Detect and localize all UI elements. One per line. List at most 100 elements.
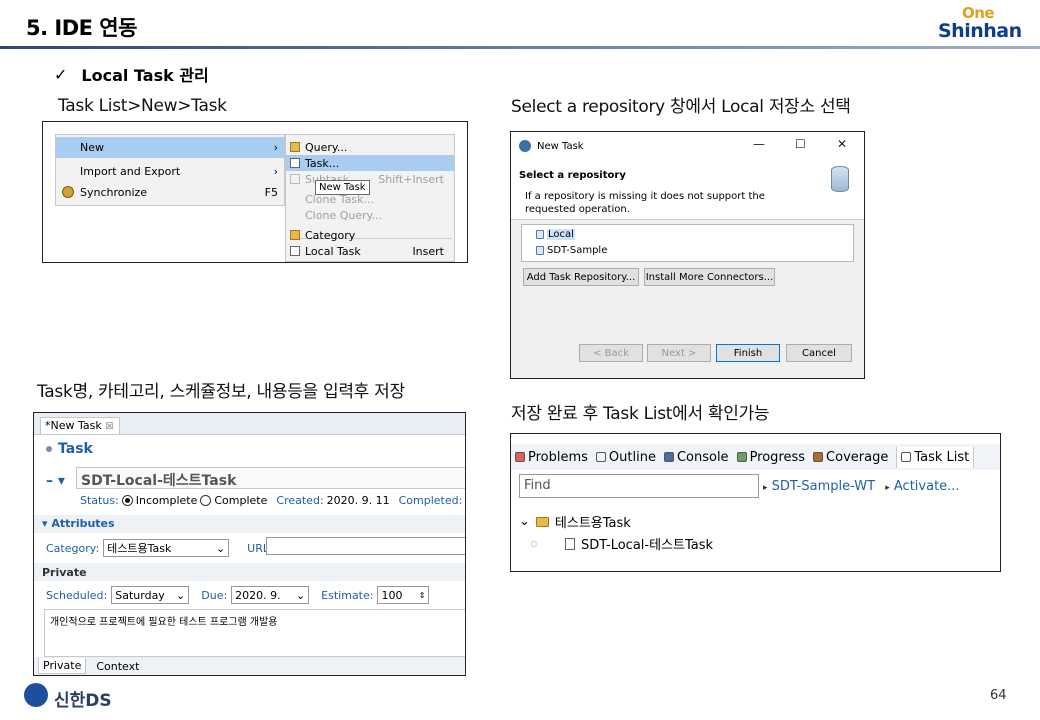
estimate-stepper[interactable]: 100 ⇕	[377, 586, 430, 604]
editor-section-title-text: Task	[58, 441, 93, 457]
tab-private[interactable]: Private	[38, 658, 87, 674]
complete-radio[interactable]	[200, 495, 212, 506]
status-row: Status: Incomplete Complete Created: 202…	[80, 494, 466, 507]
menu-item-import-export[interactable]: Import and Export ›	[56, 161, 284, 182]
editor-section-title: Task	[46, 441, 93, 457]
caret-right-icon: ▸	[885, 483, 890, 493]
tab-problems[interactable]: Problems	[515, 450, 588, 465]
repository-icon	[536, 230, 544, 239]
estimate-label: Estimate:	[321, 588, 374, 602]
menu-item-synchronize[interactable]: Synchronize F5	[56, 182, 284, 203]
completed-label: Completed:	[398, 494, 463, 507]
new-task-dialog: New Task — ☐ ✕ Select a repository If a …	[510, 131, 865, 379]
created-value: 2020. 9. 11	[326, 494, 390, 507]
submenu-item-local-task[interactable]: Local Task Insert	[286, 243, 454, 259]
menu-item-label: Synchronize	[80, 186, 148, 199]
menu-item-new[interactable]: New ›	[56, 137, 284, 158]
editor-tab[interactable]: *New Task ☒	[40, 417, 121, 434]
close-icon[interactable]: ☒	[105, 422, 113, 432]
task-label: SDT-Local-테스트Task	[581, 538, 714, 553]
tooltip: New Task	[315, 180, 370, 195]
install-connectors-button[interactable]: Install More Connectors...	[644, 268, 775, 286]
logo-shinhan-text: Shinhan	[938, 20, 1022, 42]
submenu-item-category[interactable]: Category	[286, 227, 454, 243]
dialog-header: Select a repository If a repository is m…	[511, 160, 864, 220]
stepper-icon: ⇕	[418, 590, 426, 600]
minimize-icon[interactable]: —	[753, 137, 765, 151]
find-input[interactable]: Find	[519, 474, 759, 498]
estimate-value: 100	[381, 588, 403, 602]
dialog-titlebar: New Task	[511, 132, 864, 160]
submenu-item-label: Category	[305, 228, 356, 242]
submenu-item-label: Local Task	[305, 244, 361, 258]
repository-list: Local SDT-Sample	[521, 224, 854, 262]
cancel-button[interactable]: Cancel	[786, 344, 852, 362]
tab-coverage[interactable]: Coverage	[813, 450, 888, 465]
bullet-icon	[46, 446, 52, 452]
repository-label: Local	[547, 229, 575, 240]
submenu-item-label: Task...	[305, 156, 340, 170]
submenu-item-clone-query[interactable]: Clone Query...	[286, 207, 454, 223]
incomplete-radio[interactable]	[121, 495, 133, 506]
submenu-item-clone-task[interactable]: Clone Task...	[286, 191, 454, 207]
next-button[interactable]: Next >	[647, 344, 711, 362]
tab-console[interactable]: Console	[663, 449, 729, 465]
attributes-title: Attributes	[51, 517, 115, 530]
tab-task-list[interactable]: Task List	[896, 446, 975, 468]
repository-filter[interactable]: ▸ SDT-Sample-WT ▸ Activate...	[763, 479, 960, 494]
attributes-section[interactable]: ▾ Attributes	[34, 515, 465, 533]
submenu-item-subtask[interactable]: Subtask Shift+Insert	[286, 171, 454, 187]
task-icon	[290, 246, 300, 256]
close-icon[interactable]: ✕	[837, 137, 847, 151]
check-icon: ✓	[54, 64, 68, 84]
caret-right-icon: ▸	[763, 483, 768, 493]
folder-icon	[535, 516, 549, 527]
footer-logo-text: 신한DS	[54, 691, 112, 711]
submenu-item-query[interactable]: Query...	[286, 139, 454, 155]
task-list-icon	[901, 452, 912, 462]
submenu-item-label: Clone Query...	[305, 208, 383, 222]
finish-button[interactable]: Finish	[716, 344, 780, 362]
due-select[interactable]: 2020. 9. ⌄	[231, 586, 310, 604]
problems-icon	[515, 452, 525, 462]
notes-textarea[interactable]: 개인적으로 프로젝트에 필요한 테스트 프로그램 개발용	[44, 609, 465, 657]
submenu-item-label: Query...	[305, 140, 348, 154]
caption-step4: 저장 완료 후 Task List에서 확인가능	[511, 404, 770, 424]
chevron-right-icon: ›	[273, 141, 278, 154]
url-input[interactable]	[266, 537, 465, 555]
repository-link[interactable]: SDT-Sample-WT	[772, 479, 875, 494]
category-select[interactable]: 테스트용Task ⌄	[103, 539, 230, 557]
scheduled-select[interactable]: Saturday ⌄	[111, 586, 190, 604]
category-tree-item[interactable]: ⌄ 테스트용Task	[519, 512, 631, 531]
priority-icon[interactable]: – ▾	[46, 473, 65, 489]
category-label: Category:	[46, 541, 100, 555]
dialog-heading: Select a repository	[519, 170, 626, 181]
tab-progress[interactable]: Progress	[736, 449, 806, 465]
tab-label: Coverage	[826, 449, 889, 465]
repository-item-local[interactable]: Local	[536, 229, 575, 240]
subtask-icon	[290, 174, 300, 184]
back-button[interactable]: < Back	[579, 344, 643, 362]
category-row: Category: 테스트용Task ⌄ URL:	[46, 539, 273, 557]
repository-item-sdt-sample[interactable]: SDT-Sample	[536, 245, 607, 256]
incomplete-label: Incomplete	[135, 494, 198, 507]
status-label: Status:	[80, 494, 119, 507]
completed-value: -	[465, 494, 466, 507]
maximize-icon[interactable]: ☐	[795, 137, 806, 151]
progress-icon	[736, 452, 747, 462]
task-status-icon	[531, 540, 537, 547]
tab-label: Progress	[749, 449, 806, 465]
submenu-item-task[interactable]: Task...	[286, 155, 454, 171]
add-task-repository-button[interactable]: Add Task Repository...	[523, 268, 639, 286]
folder-icon	[290, 230, 300, 240]
tab-context[interactable]: Context	[92, 659, 143, 674]
tab-label: Console	[676, 449, 729, 465]
task-summary-input[interactable]: SDT-Local-테스트Task	[76, 467, 465, 489]
shinhan-ds-logo-icon	[24, 683, 48, 707]
tab-outline[interactable]: Outline	[595, 450, 656, 465]
chevron-down-icon: ⌄	[519, 514, 530, 529]
created-label: Created:	[276, 494, 324, 507]
task-icon	[290, 158, 300, 168]
task-tree-item[interactable]: SDT-Local-테스트Task	[531, 534, 713, 553]
activate-link[interactable]: Activate...	[894, 479, 960, 494]
